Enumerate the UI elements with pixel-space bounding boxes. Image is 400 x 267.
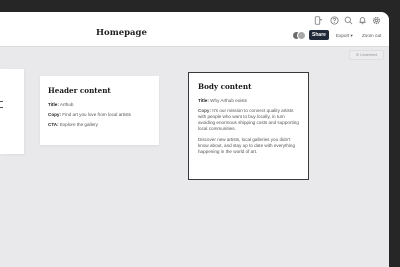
title-field: Title: Arthub bbox=[48, 102, 151, 108]
field-label: Title: bbox=[48, 102, 59, 107]
help-icon[interactable] bbox=[330, 16, 339, 25]
field-label: Title: bbox=[198, 98, 209, 103]
collaborator-avatars[interactable] bbox=[292, 31, 307, 40]
field-label: Copy: bbox=[48, 112, 62, 117]
page-title: Homepage bbox=[96, 28, 147, 38]
field-value: Find art you love from local artists bbox=[62, 112, 131, 117]
settings-icon[interactable] bbox=[372, 16, 381, 25]
title-field: Title: Why Arthub exists bbox=[198, 98, 299, 104]
body-content-card[interactable]: Body content Title: Why Arthub exists Co… bbox=[188, 72, 309, 180]
copy-field: Copy: Find art you love from local artis… bbox=[48, 112, 151, 118]
bell-icon[interactable] bbox=[358, 16, 367, 25]
chevron-down-icon[interactable]: ▾ bbox=[320, 17, 322, 22]
text-fragment bbox=[0, 101, 3, 102]
copy-field: Copy: It’s our mission to connect qualit… bbox=[198, 108, 299, 132]
search-icon[interactable] bbox=[344, 16, 353, 25]
cta-field: CTA: Explore the gallery bbox=[48, 122, 151, 128]
card-title: Body content bbox=[198, 82, 252, 91]
avatar[interactable] bbox=[297, 31, 306, 40]
text-fragment bbox=[0, 107, 3, 108]
field-label: CTA: bbox=[48, 122, 59, 127]
top-bar: Homepage ▾ Share Export ▾ Zoom out bbox=[0, 12, 389, 47]
body-paragraph: Discover new artists, local galleries yo… bbox=[198, 137, 296, 154]
secondary-toolbar-button[interactable]: ⊘ Undeleted bbox=[349, 50, 384, 60]
field-value: It’s our mission to connect quality arti… bbox=[198, 108, 299, 131]
header-content-card[interactable]: Header content Title: Arthub Copy: Find … bbox=[40, 76, 159, 145]
field-value: Explore the gallery bbox=[59, 122, 98, 127]
app-window: Homepage ▾ Share Export ▾ Zoom out ⊘ Und… bbox=[0, 12, 389, 267]
export-dropdown[interactable]: Export ▾ bbox=[336, 33, 353, 39]
field-value: Why Arthub exists bbox=[210, 98, 247, 103]
field-value: Arthub bbox=[59, 102, 74, 107]
partial-card-left[interactable] bbox=[0, 69, 24, 154]
zoom-out-button[interactable]: Zoom out bbox=[362, 33, 381, 38]
card-title: Header content bbox=[48, 86, 111, 95]
field-label: Copy: bbox=[198, 108, 212, 113]
share-button[interactable]: Share bbox=[309, 30, 329, 40]
